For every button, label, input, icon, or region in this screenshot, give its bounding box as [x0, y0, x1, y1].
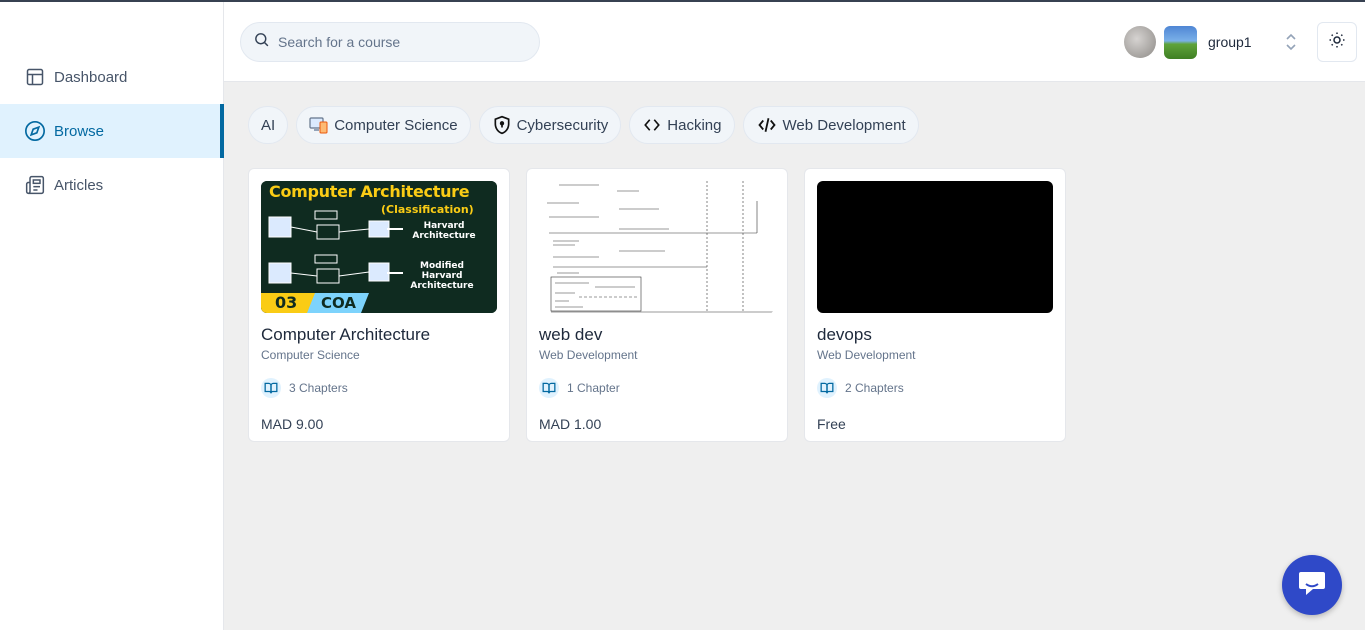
book-open-icon [539, 378, 559, 398]
category-label: Web Development [782, 116, 906, 134]
category-filters: AI Computer Science Cybersecurity Hackin… [248, 106, 919, 144]
category-chip-ai[interactable]: AI [248, 106, 289, 144]
category-label: AI [261, 116, 276, 134]
course-category: Computer Science [261, 348, 360, 362]
course-title[interactable]: web dev [539, 325, 775, 345]
course-price: Free [817, 416, 846, 432]
sidebar-nav: Dashboard Browse Articles [0, 50, 224, 212]
course-title[interactable]: devops [817, 325, 1053, 345]
thumbnail-label-modified-harvard: Modified Harvard Architecture [410, 261, 474, 291]
sidebar-item-label: Articles [54, 176, 104, 194]
thumbnail-label-harvard: Harvard Architecture [412, 221, 476, 241]
course-category: Web Development [539, 348, 638, 362]
chapters-count: 3 Chapters [289, 381, 348, 395]
thumbnail-badge-text: COA [321, 294, 356, 312]
course-thumbnail: Computer Architecture (Classification) H… [261, 181, 497, 313]
course-chapters: 3 Chapters [261, 378, 497, 398]
course-thumbnail [817, 181, 1053, 313]
thumbnail-subheading: (Classification) [381, 203, 474, 216]
category-chip-hacking[interactable]: Hacking [629, 106, 735, 144]
compass-icon [24, 120, 46, 142]
chevrons-up-down-icon[interactable] [1284, 30, 1298, 54]
course-grid: Computer Architecture (Classification) H… [248, 168, 1066, 442]
code-brackets-icon [642, 116, 662, 134]
course-card[interactable]: devops Web Development 2 Chapters Free [804, 168, 1066, 442]
chat-bubble-icon [1297, 569, 1327, 602]
course-thumbnail [539, 181, 775, 313]
chapters-count: 1 Chapter [567, 381, 620, 395]
user-avatar[interactable] [1124, 26, 1156, 58]
category-label: Computer Science [334, 116, 458, 134]
sidebar-item-label: Browse [54, 122, 105, 140]
thumbnail-badge-number: 03 [275, 293, 298, 312]
course-title[interactable]: Computer Architecture [261, 325, 497, 345]
category-chip-web-development[interactable]: Web Development [742, 106, 919, 144]
course-chapters: 1 Chapter [539, 378, 775, 398]
category-chip-computer-science[interactable]: Computer Science [296, 106, 471, 144]
sidebar-item-label: Dashboard [54, 68, 128, 86]
category-chip-cybersecurity[interactable]: Cybersecurity [478, 106, 622, 144]
course-chapters: 2 Chapters [817, 378, 1053, 398]
search-input[interactable] [278, 34, 528, 50]
sidebar-item-browse[interactable]: Browse [0, 104, 224, 158]
chat-launcher-button[interactable] [1282, 555, 1342, 615]
search-icon [253, 31, 270, 53]
shield-icon [492, 115, 512, 135]
code-slash-icon [756, 116, 778, 134]
org-name[interactable]: group1 [1208, 34, 1252, 50]
sidebar: Dashboard Browse Articles [0, 0, 224, 630]
sun-icon [1328, 31, 1346, 54]
layout-icon [24, 66, 46, 88]
thumbnail-heading: Computer Architecture [269, 182, 470, 201]
category-label: Hacking [667, 116, 722, 134]
course-card[interactable]: web dev Web Development 1 Chapter MAD 1.… [526, 168, 788, 442]
theme-toggle-button[interactable] [1317, 22, 1357, 62]
category-label: Cybersecurity [516, 116, 609, 134]
course-card[interactable]: Computer Architecture (Classification) H… [248, 168, 510, 442]
top-header: group1 [224, 2, 1365, 82]
sidebar-item-articles[interactable]: Articles [0, 158, 223, 212]
book-open-icon [817, 378, 837, 398]
newspaper-icon [24, 174, 46, 196]
chapters-count: 2 Chapters [845, 381, 904, 395]
top-border [0, 0, 1365, 2]
book-open-icon [261, 378, 281, 398]
course-price: MAD 9.00 [261, 416, 324, 432]
search-bar[interactable] [240, 22, 540, 62]
course-category: Web Development [817, 348, 916, 362]
computer-icon [309, 116, 329, 134]
course-price: MAD 1.00 [539, 416, 602, 432]
sidebar-item-dashboard[interactable]: Dashboard [0, 50, 223, 104]
org-avatar[interactable] [1164, 26, 1197, 59]
